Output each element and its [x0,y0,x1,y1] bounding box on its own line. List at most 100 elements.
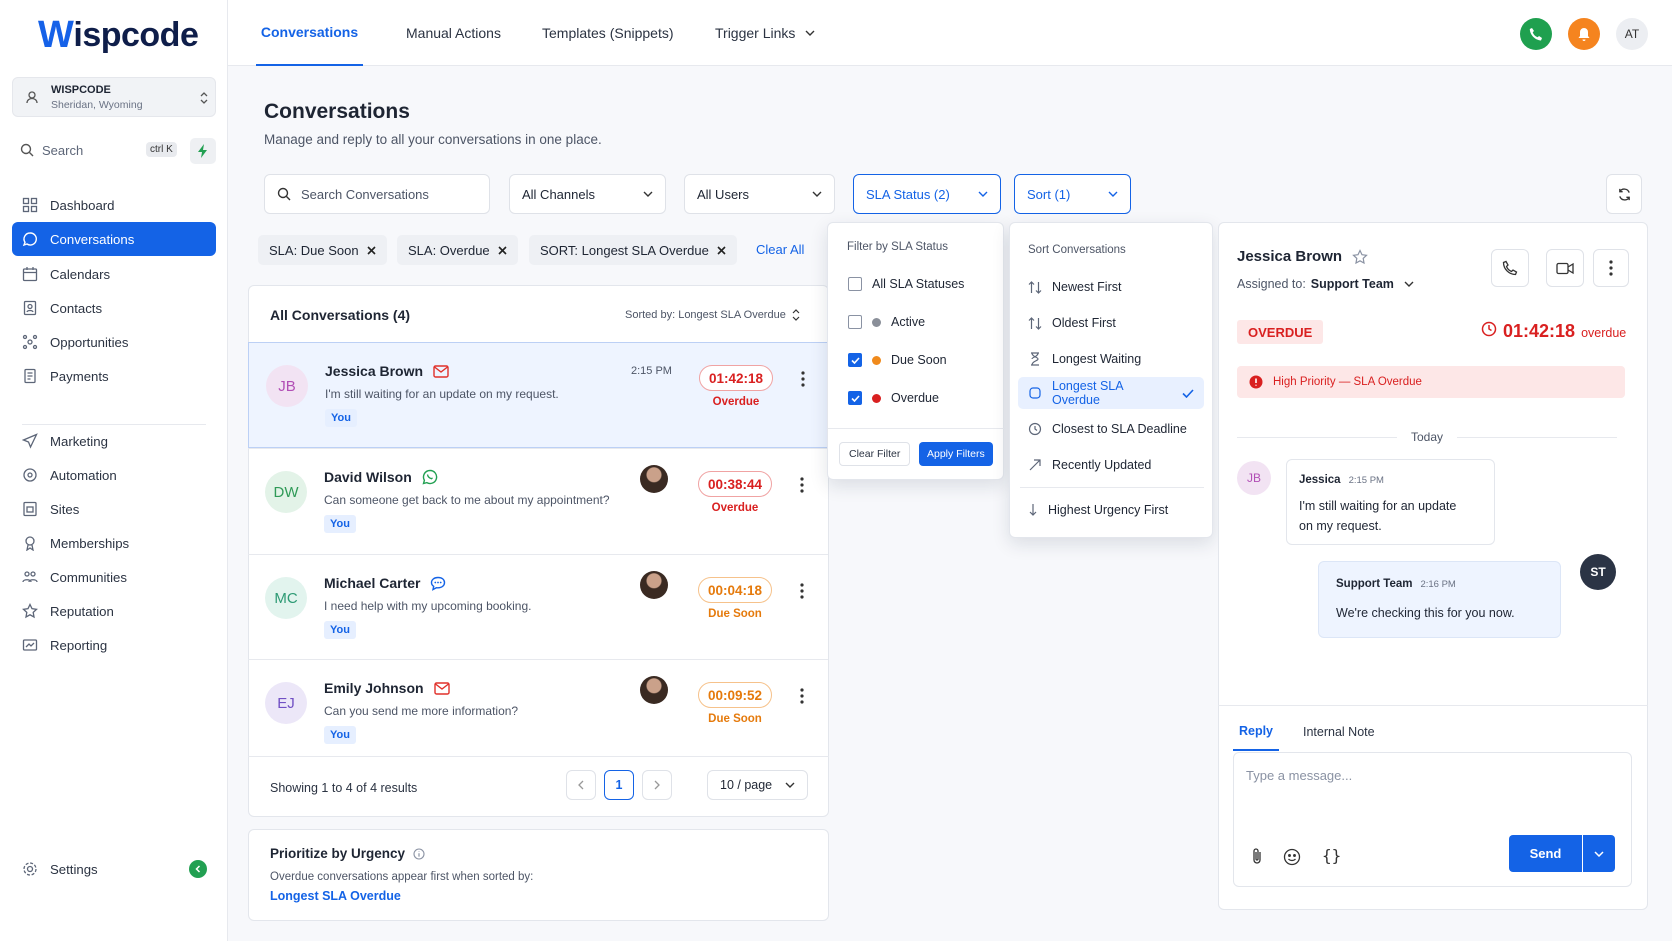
notifications-button[interactable] [1568,18,1600,50]
sidebar-item-dashboard[interactable]: Dashboard [12,188,216,222]
timer-value: 01:42:18 [1503,321,1576,341]
message-text: We're checking this for you now. [1336,606,1515,620]
page-number-button[interactable]: 1 [604,770,634,800]
sidebar-item-sites[interactable]: Sites [12,492,216,526]
sort-option-newest[interactable]: Newest First [1018,271,1204,303]
collapse-sidebar-button[interactable] [189,860,207,878]
sidebar-item-label: Opportunities [50,334,129,350]
more-vertical-icon[interactable] [800,477,804,493]
select-value: Sort (1) [1027,186,1071,202]
sidebar-item-calendars[interactable]: Calendars [12,257,216,291]
send-options-button[interactable] [1583,835,1615,872]
list-header: All Conversations (4) [270,307,411,323]
more-vertical-icon[interactable] [800,688,804,704]
contact-name: Jessica Brown [325,363,424,379]
checkbox[interactable] [848,277,862,291]
sort-option-highest-urgency[interactable]: Highest Urgency First [1018,494,1204,526]
sidebar-item-memberships[interactable]: Memberships [12,526,216,560]
option-label: Longest SLA Overdue [1052,379,1123,407]
apply-filters-button[interactable]: Apply Filters [919,442,993,466]
conversation-row[interactable]: MC Michael Carter I need help with my up… [248,554,828,660]
next-page-button[interactable] [642,770,672,800]
tab-trigger-links[interactable]: Trigger Links [715,0,815,66]
sidebar-item-marketing[interactable]: Marketing [12,424,216,458]
send-button[interactable]: Send [1509,835,1582,872]
sidebar-item-opportunities[interactable]: Opportunities [12,325,216,359]
more-vertical-icon[interactable] [801,371,805,387]
tab-conversations[interactable]: Conversations [256,0,363,66]
sidebar-item-settings[interactable]: Settings [12,852,216,886]
checkbox-checked[interactable] [848,353,862,367]
status-dot [872,317,881,327]
prev-page-button[interactable] [566,770,596,800]
checkbox[interactable] [848,315,862,329]
conversation-row[interactable]: EJ Emily Johnson Can you send me more in… [248,659,828,765]
chip-label: SLA: Due Soon [269,242,359,258]
user-avatar[interactable]: AT [1616,18,1648,50]
page-size-select[interactable]: 10 / page [707,770,808,800]
call-button[interactable] [1491,249,1529,287]
location-switcher[interactable]: WISPCODE Sheridan, Wyoming [12,77,216,117]
checkbox-checked[interactable] [848,391,862,405]
more-options-button[interactable] [1593,249,1629,287]
more-vertical-icon[interactable] [800,583,804,599]
sort-chip[interactable]: SORT: Longest SLA Overdue [529,235,737,265]
urgency-link[interactable]: Longest SLA Overdue [270,889,401,903]
sla-status-filter[interactable]: SLA Status (2) [853,174,1001,214]
sorted-by-label[interactable]: Sorted by: Longest SLA Overdue [625,309,800,321]
sort-option-oldest[interactable]: Oldest First [1018,307,1204,339]
paperclip-icon[interactable] [1250,847,1264,865]
sort-option-recently-updated[interactable]: Recently Updated [1018,449,1204,481]
sidebar-item-payments[interactable]: Payments [12,359,216,393]
conversation-row[interactable]: DW David Wilson Can someone get back to … [248,448,828,554]
tab-internal-note[interactable]: Internal Note [1303,713,1375,751]
close-icon[interactable] [717,245,726,255]
chevron-down-icon [1108,191,1118,197]
sla-option-due-soon[interactable]: Due Soon [848,353,947,367]
star-outline-icon[interactable] [1352,248,1368,265]
sort-select[interactable]: Sort (1) [1014,174,1131,214]
clear-all-link[interactable]: Clear All [756,242,804,257]
assignment-row[interactable]: Assigned to: Support Team [1237,277,1414,291]
phone-button[interactable] [1520,18,1552,50]
assignee-tag: You [324,726,356,744]
sidebar-item-communities[interactable]: Communities [12,560,216,594]
avatar: JB [1237,461,1271,495]
sidebar-item-contacts[interactable]: Contacts [12,291,216,325]
refresh-button[interactable] [1606,174,1642,214]
users-select[interactable]: All Users [684,174,835,214]
chevron-down-icon [643,191,653,197]
sla-option-all[interactable]: All SLA Statuses [848,277,964,291]
filter-chip-due-soon[interactable]: SLA: Due Soon [258,235,387,265]
tab-manual-actions[interactable]: Manual Actions [406,0,501,66]
location-name: WISPCODE [51,84,111,96]
quick-action-button[interactable] [190,138,216,164]
search-conversations-input[interactable]: Search Conversations [264,174,490,214]
sidebar-item-conversations[interactable]: Conversations [12,222,216,256]
filter-chip-overdue[interactable]: SLA: Overdue [397,235,518,265]
tab-reply[interactable]: Reply [1233,713,1279,751]
video-call-button[interactable] [1546,249,1584,287]
chevron-down-icon [805,30,815,36]
conversation-row[interactable]: JB Jessica Brown I'm still waiting for a… [248,342,828,448]
sla-option-overdue[interactable]: Overdue [848,391,939,405]
close-icon[interactable] [498,245,507,255]
message-input-placeholder[interactable]: Type a message... [1246,768,1352,783]
sidebar-item-automation[interactable]: Automation [12,458,216,492]
sort-option-longest-sla-overdue[interactable]: Longest SLA Overdue [1018,377,1204,409]
message-author: Support Team [1336,578,1413,590]
chip-label: SLA: Overdue [408,242,490,258]
close-icon[interactable] [367,245,376,255]
channels-select[interactable]: All Channels [509,174,666,214]
tab-templates[interactable]: Templates (Snippets) [542,0,674,66]
variables-icon[interactable]: {} [1322,846,1341,865]
sla-timer: 00:38:44 [698,471,772,497]
sort-option-longest-waiting[interactable]: Longest Waiting [1018,343,1204,375]
sort-option-closest-deadline[interactable]: Closest to SLA Deadline [1018,413,1204,445]
sidebar-item-reputation[interactable]: Reputation [12,594,216,628]
sidebar-item-reporting[interactable]: Reporting [12,628,216,662]
option-label: Longest Waiting [1052,352,1142,366]
clear-filter-button[interactable]: Clear Filter [839,442,911,466]
emoji-icon[interactable] [1283,848,1301,866]
sla-option-active[interactable]: Active [848,315,925,329]
